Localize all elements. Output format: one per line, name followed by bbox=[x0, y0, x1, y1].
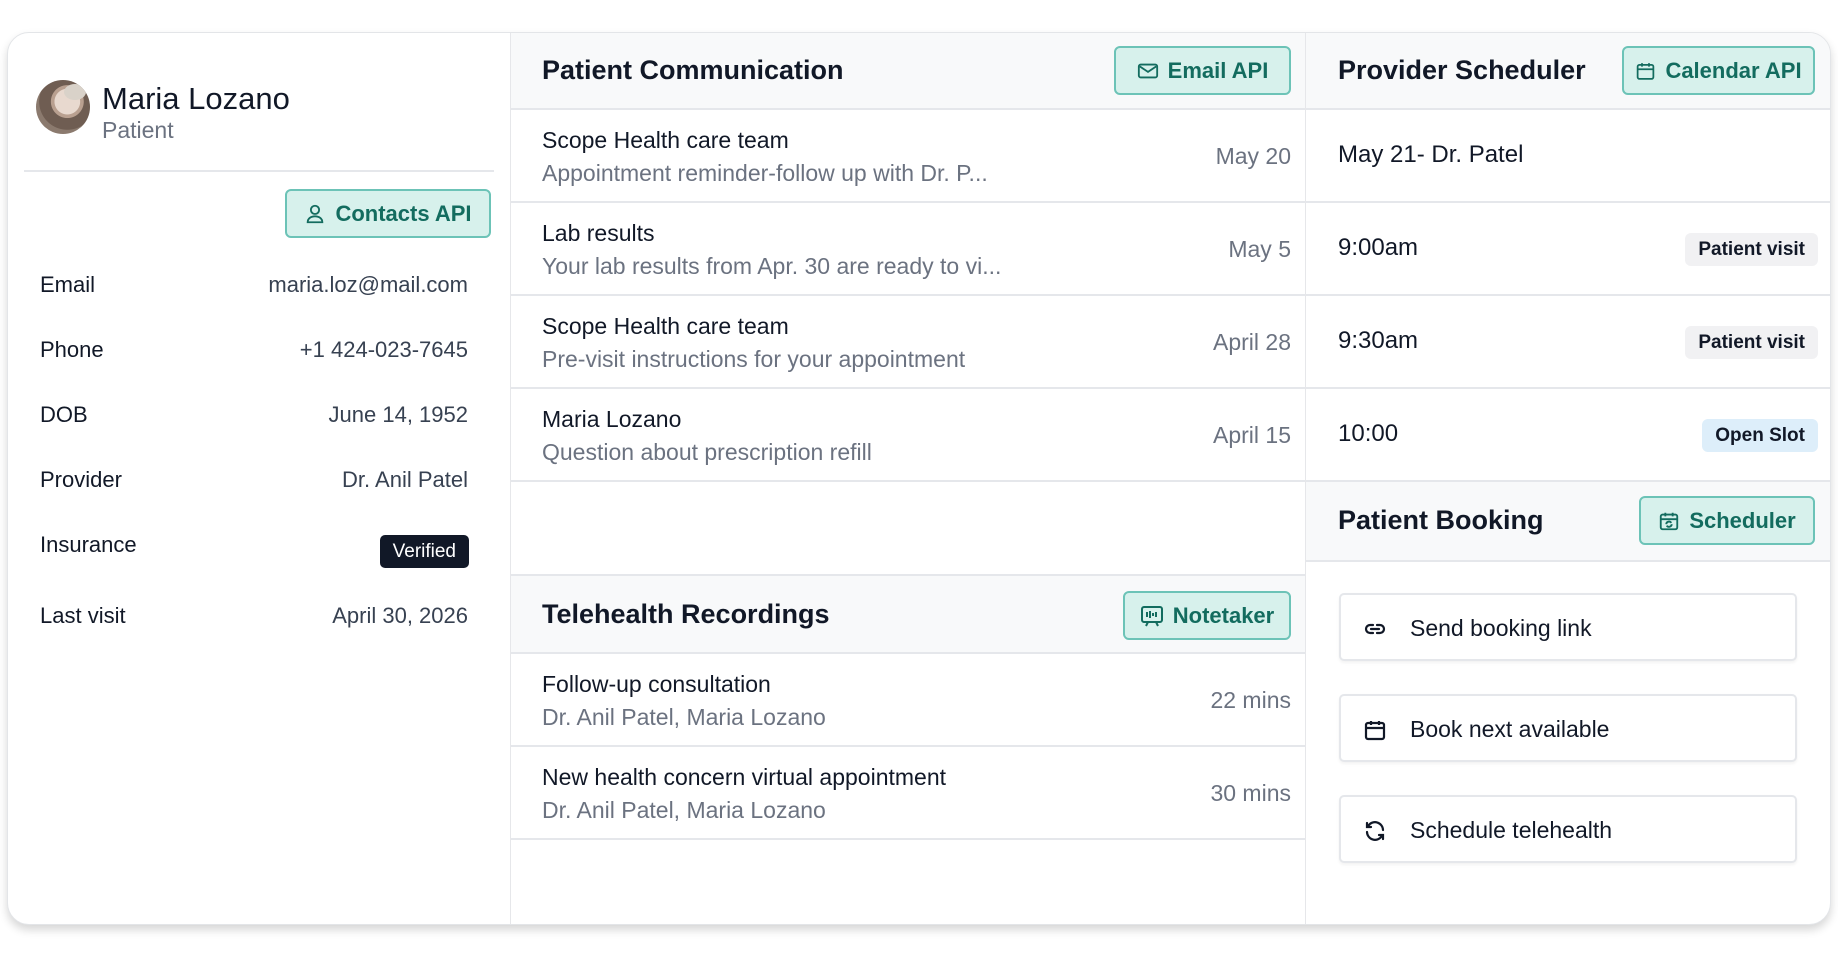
message-date: April 28 bbox=[1213, 329, 1291, 355]
message-date: May 20 bbox=[1215, 143, 1291, 169]
schedule-slot[interactable]: 9:00am Patient visit bbox=[1306, 203, 1830, 296]
field-label-dob: DOB bbox=[40, 402, 88, 427]
schedule-telehealth-button[interactable]: Schedule telehealth bbox=[1339, 795, 1797, 863]
booking-header: Patient Booking Scheduler bbox=[1306, 482, 1830, 562]
field-value-phone: +1 424-023-7645 bbox=[299, 337, 468, 362]
calendar-api-label: Calendar API bbox=[1665, 57, 1802, 83]
profile-divider bbox=[24, 170, 494, 172]
recordings-header: Telehealth Recordings Notetaker bbox=[511, 574, 1305, 654]
message-row[interactable]: Maria Lozano Question about prescription… bbox=[511, 389, 1305, 482]
scheduler-button[interactable]: Scheduler bbox=[1639, 496, 1815, 545]
scheduler-panel: Provider Scheduler Calendar API May 21- … bbox=[1305, 33, 1830, 924]
notetaker-button[interactable]: Notetaker bbox=[1123, 591, 1291, 640]
recording-participants: Dr. Anil Patel, Maria Lozano bbox=[542, 797, 826, 823]
patient-role: Patient bbox=[102, 117, 174, 143]
message-preview: Your lab results from Apr. 30 are ready … bbox=[542, 253, 1002, 279]
recordings-title: Telehealth Recordings bbox=[542, 599, 830, 629]
email-api-button[interactable]: Email API bbox=[1114, 46, 1291, 95]
schedule-date-heading: May 21- Dr. Patel bbox=[1338, 141, 1524, 168]
schedule-slot[interactable]: 10:00 Open Slot bbox=[1306, 389, 1830, 482]
schedule-slot[interactable]: 9:30am Patient visit bbox=[1306, 296, 1830, 389]
field-value-last-visit: April 30, 2026 bbox=[332, 603, 468, 628]
message-sender: Scope Health care team bbox=[542, 127, 789, 153]
recording-title: New health concern virtual appointment bbox=[542, 764, 947, 790]
message-sender: Maria Lozano bbox=[542, 406, 682, 432]
notetaker-label: Notetaker bbox=[1172, 602, 1275, 628]
insurance-verified-badge: Verified bbox=[379, 535, 469, 568]
link-icon bbox=[1364, 623, 1386, 635]
contacts-api-label: Contacts API bbox=[335, 200, 472, 226]
message-row[interactable]: Scope Health care team Pre-visit instruc… bbox=[511, 296, 1305, 389]
schedule-date-row: May 21- Dr. Patel bbox=[1306, 110, 1830, 203]
send-booking-link-label: Send booking link bbox=[1410, 615, 1592, 641]
message-preview: Appointment reminder-follow up with Dr. … bbox=[542, 160, 988, 186]
calendar-api-button[interactable]: Calendar API bbox=[1622, 46, 1815, 95]
recording-duration: 22 mins bbox=[1210, 687, 1291, 713]
booking-title: Patient Booking bbox=[1338, 505, 1544, 535]
scheduler-title: Provider Scheduler bbox=[1338, 55, 1586, 85]
refresh-icon bbox=[1365, 821, 1385, 841]
message-row[interactable]: Lab results Your lab results from Apr. 3… bbox=[511, 203, 1305, 296]
slot-time: 9:00am bbox=[1338, 234, 1419, 261]
message-row[interactable]: Scope Health care team Appointment remin… bbox=[511, 110, 1305, 203]
recording-duration: 30 mins bbox=[1210, 780, 1291, 806]
calendar-icon bbox=[1364, 721, 1386, 741]
schedule-telehealth-label: Schedule telehealth bbox=[1410, 817, 1613, 843]
slot-time: 9:30am bbox=[1338, 327, 1419, 354]
slot-status-badge: Open Slot bbox=[1702, 419, 1818, 452]
patient-profile-panel: Maria Lozano Patient Contacts API Email … bbox=[8, 33, 510, 924]
avatar bbox=[36, 80, 90, 134]
mail-icon bbox=[1137, 63, 1158, 78]
email-api-label: Email API bbox=[1167, 57, 1269, 83]
message-preview: Pre-visit instructions for your appointm… bbox=[542, 346, 966, 372]
recording-row[interactable]: Follow-up consultation Dr. Anil Patel, M… bbox=[511, 654, 1305, 747]
book-next-available-button[interactable]: Book next available bbox=[1339, 694, 1797, 762]
transcript-icon bbox=[1140, 605, 1163, 626]
message-sender: Lab results bbox=[542, 220, 655, 246]
slot-status-badge: Patient visit bbox=[1685, 326, 1818, 359]
message-preview: Question about prescription refill bbox=[542, 439, 872, 465]
field-label-insurance: Insurance bbox=[40, 532, 137, 557]
recording-title: Follow-up consultation bbox=[542, 671, 771, 697]
calendar-refresh-icon bbox=[1660, 512, 1679, 530]
calendar-icon bbox=[1637, 62, 1655, 80]
field-label-provider: Provider bbox=[40, 467, 122, 492]
user-icon bbox=[307, 204, 324, 223]
slot-time: 10:00 bbox=[1338, 420, 1399, 447]
field-value-email: maria.loz@mail.com bbox=[268, 272, 468, 297]
scheduler-header: Provider Scheduler Calendar API bbox=[1306, 33, 1830, 110]
contacts-api-button[interactable]: Contacts API bbox=[285, 189, 491, 238]
slot-status-badge: Patient visit bbox=[1685, 233, 1818, 266]
send-booking-link-button[interactable]: Send booking link bbox=[1339, 593, 1797, 661]
field-value-dob: June 14, 1952 bbox=[328, 402, 468, 427]
scheduler-label: Scheduler bbox=[1689, 507, 1796, 533]
communication-title: Patient Communication bbox=[542, 55, 844, 85]
message-date: May 5 bbox=[1228, 236, 1291, 262]
recording-row[interactable]: New health concern virtual appointment D… bbox=[511, 747, 1305, 840]
patient-name: Maria Lozano bbox=[102, 81, 290, 116]
field-value-provider: Dr. Anil Patel bbox=[342, 467, 468, 492]
patient-dashboard-card: Maria Lozano Patient Contacts API Email … bbox=[7, 32, 1831, 925]
message-sender: Scope Health care team bbox=[542, 313, 789, 339]
field-label-email: Email bbox=[40, 272, 96, 297]
recording-participants: Dr. Anil Patel, Maria Lozano bbox=[542, 704, 826, 730]
communication-panel: Patient Communication Email API Scope He… bbox=[510, 33, 1305, 924]
communication-header: Patient Communication Email API bbox=[511, 33, 1305, 110]
book-next-available-label: Book next available bbox=[1410, 716, 1610, 742]
field-label-phone: Phone bbox=[40, 337, 104, 362]
message-date: April 15 bbox=[1213, 422, 1291, 448]
field-label-last-visit: Last visit bbox=[40, 603, 126, 628]
